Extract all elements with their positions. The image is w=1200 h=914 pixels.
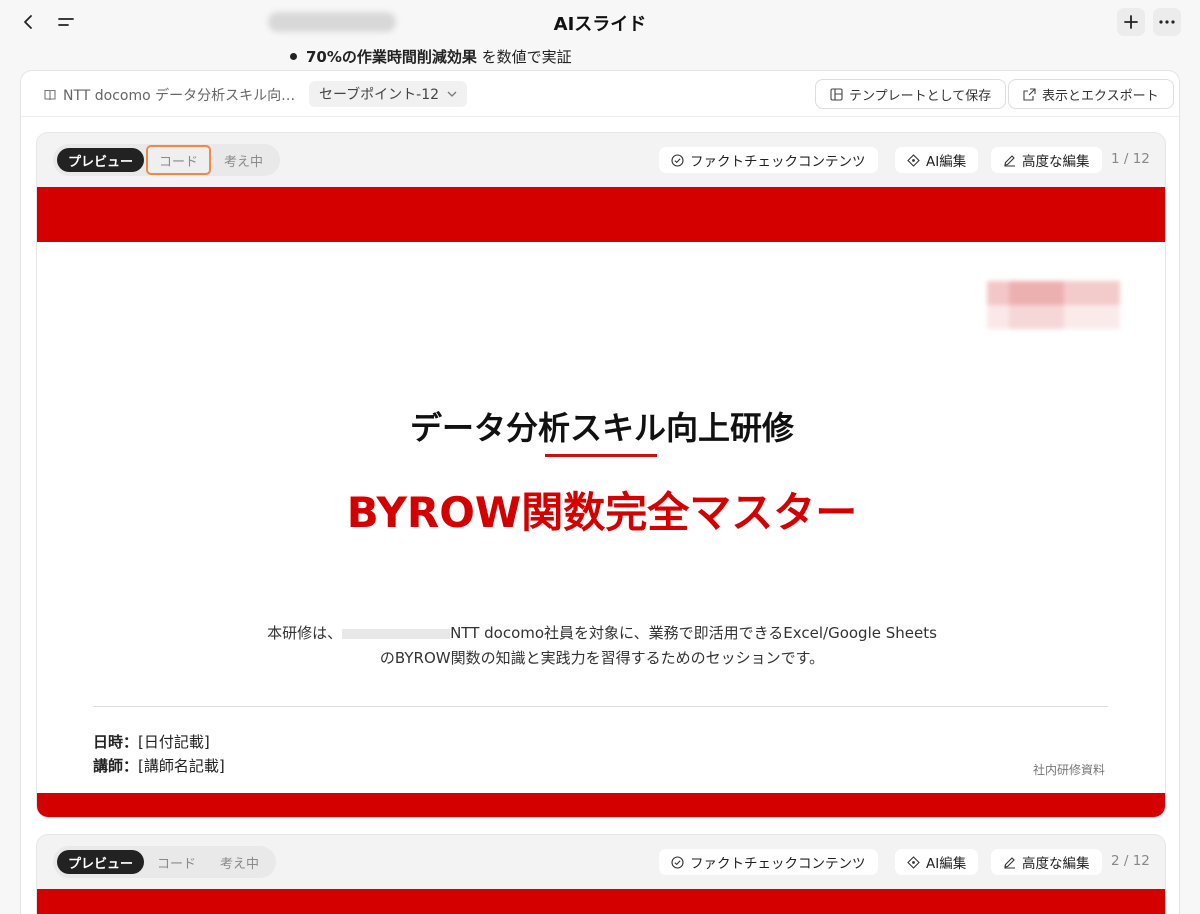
pencil-icon — [1003, 154, 1016, 167]
date-value: [日付記載] — [138, 733, 210, 751]
view-mode-tabs: プレビュー コード 考え中 — [53, 144, 281, 176]
bullet-bold-text: 70%の作業時間削減効果 — [306, 48, 477, 66]
ai-edit-button[interactable]: AI編集 — [895, 849, 979, 875]
save-as-template-label: テンプレートとして保存 — [849, 88, 992, 104]
ai-edit-label: AI編集 — [926, 154, 967, 170]
desc-line1-b: NTT docomo社員を対象に、業務で即活用できるExcel/Google S… — [450, 624, 937, 642]
date-label: 日時： — [93, 733, 139, 751]
title-underline — [545, 454, 657, 457]
savepoint-select[interactable]: セーブポイント-12 — [309, 81, 468, 107]
slide-header-band — [37, 187, 1165, 242]
target-icon — [907, 855, 920, 869]
fact-check-button[interactable]: ファクトチェックコンテンツ — [659, 849, 878, 875]
save-as-template-button[interactable]: テンプレートとして保存 — [815, 79, 1007, 109]
document-name-text: NTT docomo データ分析スキル向… — [63, 88, 296, 104]
desc-line2: のBYROW関数の知識と実践力を習得するためのセッションです。 — [379, 649, 825, 667]
document-name[interactable]: NTT docomo データ分析スキル向… — [43, 85, 295, 105]
slide-toolbar: プレビュー コード 考え中 ファクトチェックコンテンツ AI編集 高度な編集 2… — [37, 835, 1165, 889]
advanced-edit-button[interactable]: 高度な編集 — [991, 849, 1102, 875]
slide-preview: データ分析スキル向上研修 BYROW関数完全マスター 本研修は、 NTT doco… — [37, 187, 1165, 817]
view-export-label: 表示とエクスポート — [1042, 88, 1159, 104]
plus-icon[interactable] — [1117, 8, 1145, 36]
bullet-dot — [290, 53, 297, 60]
fact-check-label: ファクトチェックコンテンツ — [690, 154, 866, 170]
check-circle-icon — [671, 855, 684, 869]
desc-line1-a: 本研修は、 — [267, 624, 343, 642]
slide-title: データ分析スキル向上研修 — [409, 409, 794, 447]
chat-bullet: 70%の作業時間削減効果 を数値で実証 — [290, 46, 572, 67]
panel-header: NTT docomo データ分析スキル向… セーブポイント-12 テンプレートと… — [21, 71, 1181, 117]
slide-subtitle: BYROW関数完全マスター — [346, 488, 858, 537]
slide-footer-band — [37, 793, 1165, 817]
advanced-edit-button[interactable]: 高度な編集 — [991, 147, 1102, 173]
ai-edit-button[interactable]: AI編集 — [895, 147, 979, 173]
page-indicator: 1 / 12 — [1111, 151, 1150, 167]
page-indicator: 2 / 12 — [1111, 853, 1150, 869]
pencil-icon — [1003, 856, 1016, 869]
slide-toolbar: プレビュー コード 考え中 ファクトチェックコンテンツ AI編集 高度な編集 1… — [37, 133, 1165, 187]
savepoint-label: セーブポイント-12 — [319, 87, 440, 103]
tab-code[interactable]: コード — [146, 850, 207, 874]
lecturer-value: [講師名記載] — [138, 757, 225, 775]
slide-description: 本研修は、 NTT docomo社員を対象に、業務で即活用できるExcel/Goo… — [37, 621, 1165, 671]
app-title: AIスライド — [553, 14, 647, 35]
slide-divider — [93, 706, 1108, 707]
tab-thinking[interactable]: 考え中 — [209, 850, 270, 874]
book-icon — [43, 88, 57, 102]
view-export-button[interactable]: 表示とエクスポート — [1008, 79, 1174, 109]
tab-code[interactable]: コード — [146, 145, 212, 175]
slide-footnote: 社内研修資料 — [1033, 763, 1106, 777]
external-link-icon — [1023, 87, 1036, 101]
slide-card-1: プレビュー コード 考え中 ファクトチェックコンテンツ AI編集 高度な編集 1… — [36, 132, 1166, 818]
chevron-down-icon — [447, 91, 457, 97]
blurred-logo — [987, 281, 1120, 333]
ai-edit-label: AI編集 — [926, 856, 967, 872]
fact-check-label: ファクトチェックコンテンツ — [690, 856, 866, 872]
slide-card-2: プレビュー コード 考え中 ファクトチェックコンテンツ AI編集 高度な編集 2… — [36, 834, 1166, 914]
view-mode-tabs: プレビュー コード 考え中 — [53, 846, 277, 878]
check-circle-icon — [671, 153, 684, 167]
tab-preview[interactable]: プレビュー — [57, 850, 145, 874]
slide-header-band — [37, 889, 1165, 914]
more-icon[interactable] — [1153, 8, 1181, 36]
fact-check-button[interactable]: ファクトチェックコンテンツ — [659, 147, 878, 173]
advanced-edit-label: 高度な編集 — [1022, 856, 1090, 872]
top-bar: AIスライド — [0, 0, 1200, 44]
lecturer-label: 講師： — [93, 757, 139, 775]
tab-preview[interactable]: プレビュー — [57, 148, 145, 172]
tab-thinking[interactable]: 考え中 — [213, 148, 274, 172]
advanced-edit-label: 高度な編集 — [1022, 154, 1090, 170]
blurred-text — [342, 628, 451, 639]
template-icon — [830, 87, 843, 101]
target-icon — [907, 153, 920, 167]
bullet-text: を数値で実証 — [476, 48, 572, 66]
slide-meta: 日時：[日付記載] 講師：[講師名記載] — [93, 730, 225, 778]
